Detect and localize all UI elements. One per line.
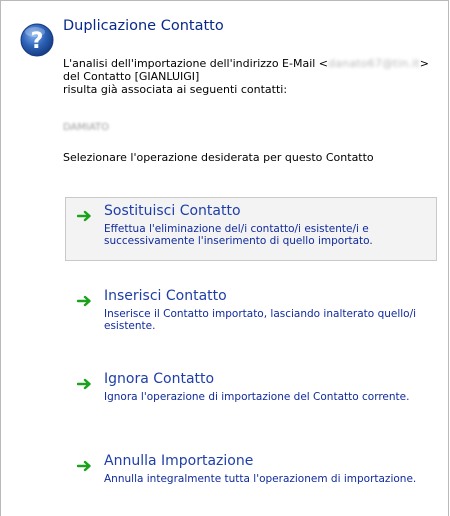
option-inserisci-contatto[interactable]: Inserisci Contatto Inserisce il Contatto…: [65, 282, 437, 340]
message-line-1-suffix: >: [419, 57, 429, 70]
option-title: Ignora Contatto: [104, 371, 215, 387]
redacted-email: danato67@tin.it: [328, 57, 420, 70]
option-title: Annulla Importazione: [104, 453, 254, 469]
selection-prompt: Selezionare l'operazione desiderata per …: [63, 151, 374, 164]
existing-contact-redacted: DAMIATO: [63, 122, 109, 133]
option-annulla-importazione[interactable]: Annulla Importazione Annulla integralmen…: [65, 447, 437, 505]
message-line-1: L'analisi dell'importazione dell'indiriz…: [63, 57, 443, 70]
duplicate-contact-dialog: ? Duplicazione Contatto L'analisi dell'i…: [0, 0, 449, 516]
option-description: Ignora l'operazione di importazione del …: [104, 391, 410, 403]
dialog-title: Duplicazione Contatto: [63, 18, 224, 34]
option-description: Inserisce il Contatto importato, lascian…: [104, 308, 417, 332]
green-arrow-icon: [77, 460, 91, 472]
message-line-3: risulta già associata ai seguenti contat…: [63, 83, 288, 96]
green-arrow-icon: [77, 295, 91, 307]
green-arrow-icon: [77, 378, 91, 390]
help-icon: ?: [20, 23, 54, 57]
option-title: Inserisci Contatto: [104, 288, 227, 304]
green-arrow-icon: [77, 210, 91, 222]
option-description: Annulla integralmente tutta l'operazione…: [104, 473, 417, 485]
option-sostituisci-contatto[interactable]: Sostituisci Contatto Effettua l'eliminaz…: [65, 197, 437, 261]
option-title: Sostituisci Contatto: [104, 203, 241, 219]
message-line-2: del Contatto [GIANLUIGI]: [63, 70, 200, 83]
option-description: Effettua l'eliminazione del/i contatto/i…: [104, 223, 373, 247]
svg-text:?: ?: [31, 29, 44, 54]
dialog-message: L'analisi dell'importazione dell'indiriz…: [63, 57, 443, 96]
message-line-1-prefix: L'analisi dell'importazione dell'indiriz…: [63, 57, 329, 70]
option-ignora-contatto[interactable]: Ignora Contatto Ignora l'operazione di i…: [65, 365, 437, 423]
